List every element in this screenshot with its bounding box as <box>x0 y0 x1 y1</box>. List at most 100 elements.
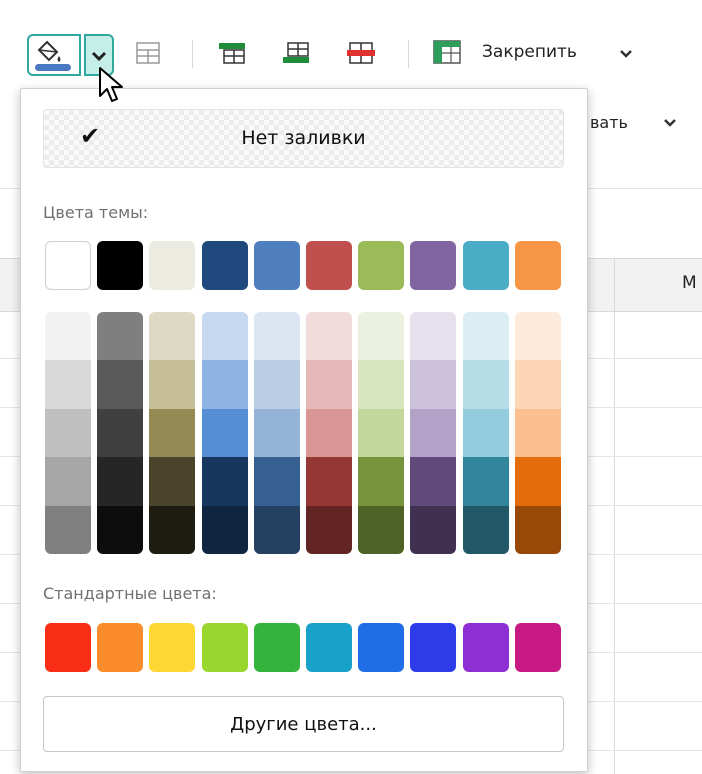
theme-color-swatch[interactable] <box>358 241 405 290</box>
more-colors-button[interactable]: Другие цвета... <box>43 696 564 752</box>
shade-column <box>149 312 196 554</box>
shade-column <box>45 312 91 554</box>
shade-swatch[interactable] <box>358 505 405 554</box>
shade-swatch[interactable] <box>514 312 561 361</box>
shade-swatch[interactable] <box>514 505 561 554</box>
shade-swatch[interactable] <box>253 408 300 458</box>
standard-color-swatch[interactable] <box>97 623 144 672</box>
shade-swatch[interactable] <box>97 408 144 458</box>
shade-swatch[interactable] <box>410 360 457 409</box>
freeze-panes-icon[interactable] <box>433 40 461 64</box>
column-letter[interactable]: М <box>682 273 697 293</box>
shade-swatch[interactable] <box>462 312 509 361</box>
shade-column <box>306 312 352 554</box>
standard-color-swatch[interactable] <box>149 623 196 672</box>
shade-swatch[interactable] <box>306 408 352 458</box>
fill-color-palette: ✔ Нет заливки Цвета темы: Стандартные цв… <box>20 88 588 772</box>
shade-swatch[interactable] <box>201 505 248 554</box>
shade-swatch[interactable] <box>45 408 91 458</box>
borders-icon[interactable] <box>136 42 160 64</box>
theme-colors-label: Цвета темы: <box>43 203 149 222</box>
shade-column <box>462 312 509 554</box>
shade-swatch[interactable] <box>253 457 300 506</box>
shade-swatch[interactable] <box>410 505 457 554</box>
standard-color-swatch[interactable] <box>462 623 509 672</box>
shade-swatch[interactable] <box>514 457 561 506</box>
insert-row-below-icon[interactable] <box>282 42 310 64</box>
shade-swatch[interactable] <box>45 360 91 409</box>
standard-color-swatch[interactable] <box>306 623 352 672</box>
shade-swatch[interactable] <box>97 312 144 361</box>
theme-color-swatch[interactable] <box>149 241 196 290</box>
shade-swatch[interactable] <box>201 360 248 409</box>
theme-color-swatch[interactable] <box>410 241 457 290</box>
standard-color-swatch[interactable] <box>253 623 300 672</box>
shade-swatch[interactable] <box>201 312 248 361</box>
chevron-down-icon[interactable] <box>662 117 678 129</box>
toolbar-row2-label[interactable]: вать <box>590 113 628 132</box>
shade-swatch[interactable] <box>149 312 196 361</box>
insert-row-above-icon[interactable] <box>218 42 246 64</box>
shade-swatch[interactable] <box>97 360 144 409</box>
standard-color-swatch[interactable] <box>410 623 457 672</box>
shade-swatch[interactable] <box>306 312 352 361</box>
theme-color-swatch[interactable] <box>45 241 91 290</box>
shade-swatch[interactable] <box>358 360 405 409</box>
standard-color-swatch[interactable] <box>514 623 561 672</box>
theme-color-swatch[interactable] <box>306 241 352 290</box>
no-fill-button[interactable]: ✔ Нет заливки <box>43 109 564 168</box>
shade-swatch[interactable] <box>410 457 457 506</box>
theme-color-swatch[interactable] <box>514 241 561 290</box>
standard-color-swatch[interactable] <box>45 623 91 672</box>
shade-swatch[interactable] <box>97 505 144 554</box>
shade-swatch[interactable] <box>149 360 196 409</box>
shade-swatch[interactable] <box>462 505 509 554</box>
shade-swatch[interactable] <box>149 457 196 506</box>
shade-swatch[interactable] <box>462 457 509 506</box>
shade-swatch[interactable] <box>201 408 248 458</box>
freeze-button-label[interactable]: Закрепить <box>482 42 577 62</box>
shade-swatch[interactable] <box>358 457 405 506</box>
shade-swatch[interactable] <box>358 312 405 361</box>
shade-swatch[interactable] <box>306 505 352 554</box>
shade-swatch[interactable] <box>149 408 196 458</box>
shade-swatch[interactable] <box>462 360 509 409</box>
chevron-down-icon[interactable] <box>618 48 634 60</box>
toolbar-separator <box>192 40 193 68</box>
standard-color-swatch[interactable] <box>201 623 248 672</box>
shade-swatch[interactable] <box>97 457 144 506</box>
paint-bucket-icon <box>35 40 71 71</box>
delete-row-icon[interactable] <box>346 42 376 64</box>
theme-color-swatch[interactable] <box>201 241 248 290</box>
theme-colors-row <box>45 241 565 290</box>
shade-swatch[interactable] <box>514 408 561 458</box>
shade-column <box>201 312 248 554</box>
shade-column <box>97 312 144 554</box>
shade-swatch[interactable] <box>201 457 248 506</box>
shade-swatch[interactable] <box>358 408 405 458</box>
shade-swatch[interactable] <box>306 457 352 506</box>
shade-swatch[interactable] <box>45 505 91 554</box>
shade-swatch[interactable] <box>410 408 457 458</box>
theme-color-swatch[interactable] <box>97 241 144 290</box>
no-fill-label: Нет заливки <box>241 127 366 149</box>
more-colors-label: Другие цвета... <box>230 714 377 735</box>
shade-swatch[interactable] <box>410 312 457 361</box>
theme-color-swatch[interactable] <box>462 241 509 290</box>
theme-color-swatch[interactable] <box>253 241 300 290</box>
shade-swatch[interactable] <box>45 312 91 361</box>
shade-swatch[interactable] <box>253 312 300 361</box>
shade-swatch[interactable] <box>514 360 561 409</box>
shade-swatch[interactable] <box>45 457 91 506</box>
fill-color-button[interactable] <box>27 34 81 76</box>
toolbar-separator <box>408 40 409 68</box>
standard-color-swatch[interactable] <box>358 623 405 672</box>
shade-column <box>410 312 457 554</box>
shade-swatch[interactable] <box>253 360 300 409</box>
standard-colors-row <box>45 623 565 672</box>
shade-swatch[interactable] <box>253 505 300 554</box>
shade-swatch[interactable] <box>306 360 352 409</box>
shade-swatch[interactable] <box>462 408 509 458</box>
shade-swatch[interactable] <box>149 505 196 554</box>
shade-column <box>253 312 300 554</box>
